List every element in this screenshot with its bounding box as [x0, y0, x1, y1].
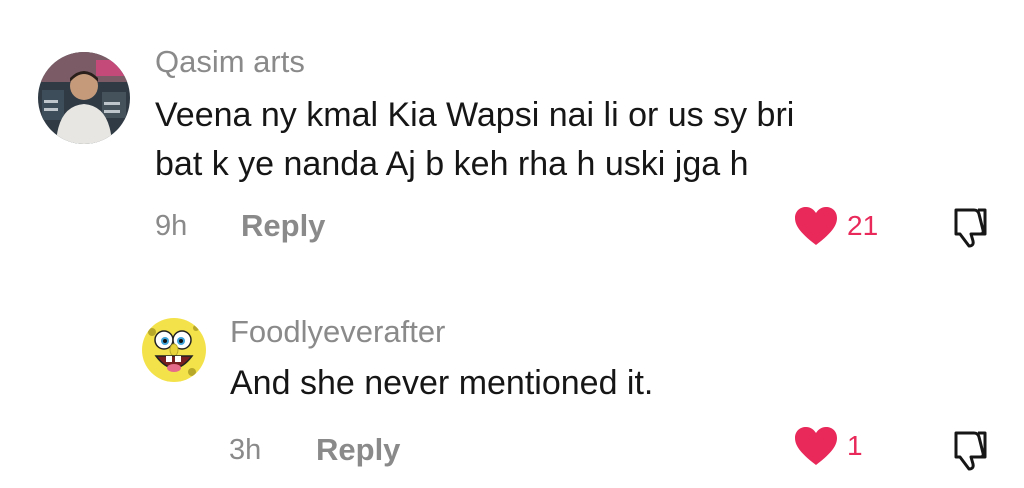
heart-icon: [795, 427, 837, 465]
avatar[interactable]: [38, 52, 130, 144]
reply-button[interactable]: Reply: [316, 432, 400, 468]
thumbs-down-icon[interactable]: [944, 427, 990, 473]
timestamp: 3h: [229, 434, 262, 466]
comment-text-line: bat k ye nanda Aj b keh rha h uski jga h: [155, 145, 749, 183]
avatar[interactable]: [142, 318, 206, 382]
like-count: 21: [847, 210, 879, 241]
reply-button[interactable]: Reply: [241, 208, 325, 244]
comment-text: Veena ny kmal Kia Wapsi nai li or us sy …: [155, 91, 794, 189]
comment-item: Qasim arts Veena ny kmal Kia Wapsi nai l…: [0, 0, 1024, 262]
comment-text: And she never mentioned it.: [230, 364, 654, 402]
like-button[interactable]: 1: [793, 425, 863, 467]
thumbs-down-icon[interactable]: [944, 204, 990, 250]
username[interactable]: Qasim arts: [155, 44, 305, 80]
heart-icon: [795, 207, 837, 245]
like-count: 1: [847, 430, 863, 461]
timestamp: 9h: [155, 210, 188, 242]
username[interactable]: Foodlyeverafter: [230, 314, 445, 350]
like-button[interactable]: 21: [793, 205, 878, 247]
comment-text-line: Veena ny kmal Kia Wapsi nai li or us sy …: [155, 96, 795, 134]
comment-item: Foodlyeverafter And she never mentioned …: [0, 300, 1024, 488]
